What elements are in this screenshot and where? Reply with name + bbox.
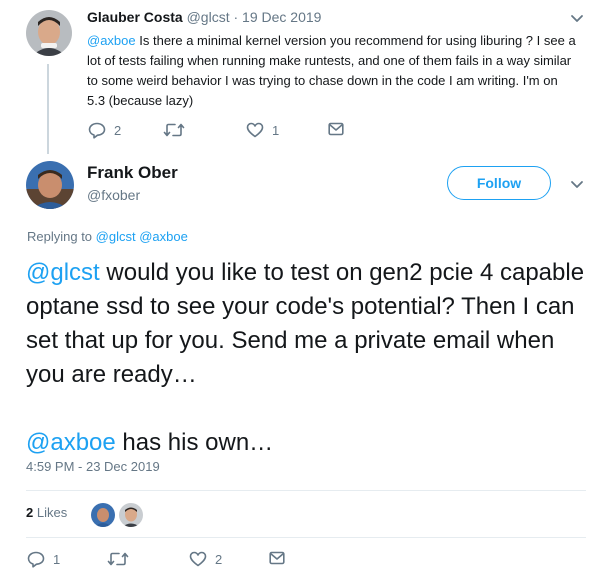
avatar-glauber-costa[interactable] — [26, 10, 72, 56]
like-count: 1 — [272, 122, 280, 138]
reply-count: 2 — [114, 123, 122, 138]
direct-message-action[interactable] — [269, 551, 285, 565]
replying-to-mention[interactable]: @axboe — [139, 229, 188, 244]
mention-link[interactable]: @axboe — [26, 429, 116, 456]
likes-count: 2 — [26, 505, 34, 520]
tweet-text: @glcst would you like to test on gen2 pc… — [26, 256, 596, 460]
parent-tweet-body: Is there a minimal kernel version you re… — [87, 33, 576, 108]
liker-avatar[interactable] — [118, 502, 144, 528]
divider — [26, 537, 586, 538]
replying-to: Replying to @glcst @axboe — [27, 229, 188, 244]
like-action[interactable]: 1 — [246, 122, 279, 138]
reply-icon — [27, 551, 45, 568]
thread-connector-line — [47, 64, 49, 154]
tweet-paragraph: @glcst would you like to test on gen2 pc… — [26, 256, 596, 392]
tweet-paragraph: @axboe has his own… — [26, 426, 596, 460]
tweet-body-text: has his own… — [115, 429, 274, 456]
parent-tweet-text: @axboe Is there a minimal kernel version… — [87, 31, 577, 111]
reply-count: 1 — [53, 552, 61, 567]
direct-message-action[interactable] — [328, 122, 344, 136]
envelope-icon — [269, 551, 285, 565]
replying-to-mention[interactable]: @glcst — [96, 229, 136, 244]
tweet-body-text: would you like to test on gen2 pcie 4 ca… — [26, 259, 585, 388]
parent-tweet-date[interactable]: 19 Dec 2019 — [242, 9, 321, 25]
reply-icon — [88, 122, 106, 139]
liker-avatar[interactable] — [90, 502, 116, 528]
envelope-icon — [328, 122, 344, 136]
reply-action[interactable]: 1 — [27, 551, 60, 568]
parent-author-name[interactable]: Glauber Costa — [87, 9, 183, 25]
parent-author-handle[interactable]: @glcst — [187, 9, 230, 25]
heart-icon — [189, 551, 207, 567]
author-name[interactable]: Frank Ober — [87, 163, 178, 183]
retweet-action[interactable] — [163, 122, 185, 138]
reply-action[interactable]: 2 — [88, 122, 121, 139]
chevron-down-icon[interactable] — [570, 180, 584, 190]
likes-summary[interactable]: 2 Likes — [26, 505, 67, 520]
tweet-timestamp[interactable]: 4:59 PM - 23 Dec 2019 — [26, 459, 160, 474]
follow-button[interactable]: Follow — [447, 166, 551, 200]
header-separator: · — [233, 9, 239, 25]
avatar-frank-ober[interactable] — [26, 161, 74, 209]
mention-link[interactable]: @axboe — [87, 33, 136, 48]
like-count: 2 — [215, 551, 223, 567]
retweet-icon — [163, 122, 185, 138]
like-action[interactable]: 2 — [189, 551, 222, 567]
author-handle[interactable]: @fxober — [87, 187, 140, 203]
retweet-action[interactable] — [107, 551, 129, 567]
mention-link[interactable]: @glcst — [26, 259, 100, 286]
likes-label: Likes — [36, 505, 68, 520]
parent-tweet-header: Glauber Costa @glcst · 19 Dec 2019 — [87, 9, 321, 25]
heart-icon — [246, 122, 264, 138]
divider — [26, 490, 586, 491]
replying-to-label: Replying to — [27, 229, 93, 244]
retweet-icon — [107, 551, 129, 567]
chevron-down-icon[interactable] — [570, 14, 584, 24]
